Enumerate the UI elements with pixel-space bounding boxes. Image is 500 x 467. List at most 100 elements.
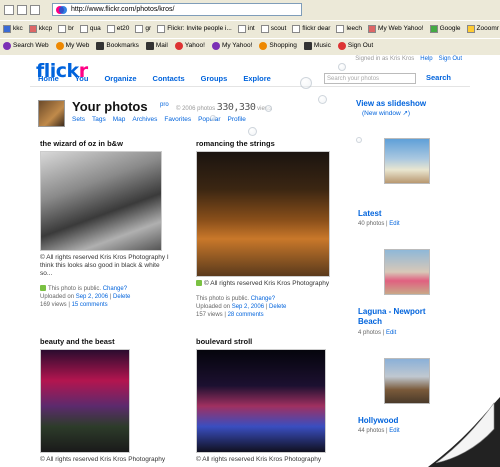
bookmark-item[interactable]: Zooomr [466,24,499,33]
pro-badge: pro [160,102,169,108]
water-droplet [210,115,216,121]
bookmark-item[interactable]: scout [260,24,286,33]
subnav-map[interactable]: Map [113,116,126,123]
browser-chrome: http://www.flickr.com/photos/kros/ kkc k… [0,0,500,62]
photo-title[interactable]: romancing the strings [196,139,275,148]
help-link[interactable]: Help [420,56,432,62]
set-title[interactable]: Latest [358,209,382,219]
toolbar-item[interactable]: Sign Out [337,41,373,50]
slideshow-link[interactable]: View as slideshow [356,99,426,108]
public-lock-icon [196,280,202,287]
water-droplet [356,137,362,143]
subnav-sets[interactable]: Sets [72,116,85,123]
set-thumbnail[interactable] [384,249,430,295]
date-link[interactable]: Sep 2, 2006 [232,304,264,310]
subnav-archives[interactable]: Archives [132,116,157,123]
delete-link[interactable]: Delete [113,294,130,300]
subnav-tags[interactable]: Tags [92,116,106,123]
nav-organize[interactable]: Organize [104,74,136,83]
nav-explore[interactable]: Explore [243,74,271,83]
toolbar-item[interactable]: My Yahoo! [211,41,252,50]
set-meta: 4 photos | Edit [358,330,397,336]
delete-link[interactable]: Delete [269,304,286,310]
search-button[interactable]: Search [426,73,451,82]
bookmark-item[interactable]: gr [135,24,151,33]
account-links: Signed in as Kris Kros Help Sign Out [355,56,462,62]
search-input[interactable]: Search your photos [324,73,416,84]
nav-you[interactable]: You [75,74,89,83]
views-count: 157 views [196,312,223,318]
back-icon[interactable] [4,5,14,15]
signout-icon [337,41,346,50]
date-link[interactable]: Sep 2, 2006 [76,294,108,300]
nav-groups[interactable]: Groups [201,74,228,83]
toolbar-item[interactable]: Shopping [259,41,297,50]
bookmark-icon [292,24,301,33]
toolbar-item[interactable]: My Web [55,41,89,50]
new-window-link[interactable]: (New window ↗) [362,109,410,117]
set-title[interactable]: Hollywood [358,416,398,426]
myyahoo-icon [211,41,220,50]
photo-caption: © All rights reserved Kris Kros Photogra… [196,456,322,463]
toolbar-item[interactable]: Bookmarks [96,41,139,50]
subnav-favorites[interactable]: Favorites [164,116,191,123]
set-edit-link[interactable]: Edit [389,221,399,227]
toolbar-item[interactable]: Search Web [3,41,49,50]
set-title[interactable]: Laguna - Newport Beach [358,307,450,327]
photo-thumbnail[interactable] [196,349,326,453]
toolbar-item[interactable]: Yahoo! [174,41,205,50]
nav-home[interactable]: Home [38,74,59,83]
bookmark-item[interactable]: br [58,24,74,33]
nav-contacts[interactable]: Contacts [153,74,185,83]
bookmark-icon [260,24,269,33]
bookmark-item[interactable]: kkc [3,24,23,33]
toolbar-item[interactable]: Mail [145,41,168,50]
forward-icon[interactable] [17,5,27,15]
bookmark-item[interactable]: et20 [106,24,129,33]
myweb-icon [55,41,64,50]
photo-caption: © All rights reserved Kris Kros Photogra… [40,456,166,463]
comments-link[interactable]: 28 comments [228,312,264,318]
set-edit-link[interactable]: Edit [389,428,399,434]
water-droplet [300,77,312,89]
bookmark-icon [106,24,115,33]
page-title: Your photos [72,99,148,114]
photo-title[interactable]: boulevard stroll [196,337,252,346]
music-icon [303,41,312,50]
sign-out-link[interactable]: Sign Out [439,56,462,62]
bookmark-item[interactable]: flickr dear [292,24,330,33]
signed-in-text: Signed in as Kris Kros [355,56,415,62]
water-droplet [265,105,272,112]
toolbar-item[interactable]: Music [303,41,331,50]
bookmark-item[interactable]: Flickr: Invite people i... [157,24,232,33]
set-edit-link[interactable]: Edit [386,330,396,336]
bookmark-icon [237,24,246,33]
bookmark-item[interactable]: Google [429,24,461,33]
set-meta: 40 photos | Edit [358,221,400,227]
bookmark-item[interactable]: int [237,24,255,33]
bookmark-item[interactable]: My Web Yahoo! [368,24,424,33]
bookmark-item[interactable]: leech [336,24,362,33]
photo-title[interactable]: the wizard of oz in b&w [40,139,123,148]
change-link[interactable]: Change? [103,286,127,292]
bookmarks-icon [96,41,105,50]
avatar[interactable] [38,100,65,127]
subnav-profile[interactable]: Profile [227,116,245,123]
photo-thumbnail[interactable] [196,151,330,277]
address-bar[interactable]: http://www.flickr.com/photos/kros/ [52,3,302,16]
photo-title[interactable]: beauty and the beast [40,337,115,346]
photo-thumbnail[interactable] [40,151,162,251]
change-link[interactable]: Change? [251,296,275,302]
photo-thumbnail[interactable] [40,349,130,453]
comments-link[interactable]: 15 comments [72,302,108,308]
bookmark-icon [28,24,37,33]
set-thumbnail[interactable] [384,138,430,184]
address-url: http://www.flickr.com/photos/kros/ [71,6,175,13]
tag-icon[interactable] [30,5,40,15]
bookmark-item[interactable]: kkcp [28,24,52,33]
set-meta: 44 photos | Edit [358,428,400,434]
flickr-page: flickr Signed in as Kris Kros Help Sign … [0,55,500,467]
bookmark-item[interactable]: qua [79,24,101,33]
mail-icon [145,41,154,50]
public-lock-icon [40,285,46,292]
